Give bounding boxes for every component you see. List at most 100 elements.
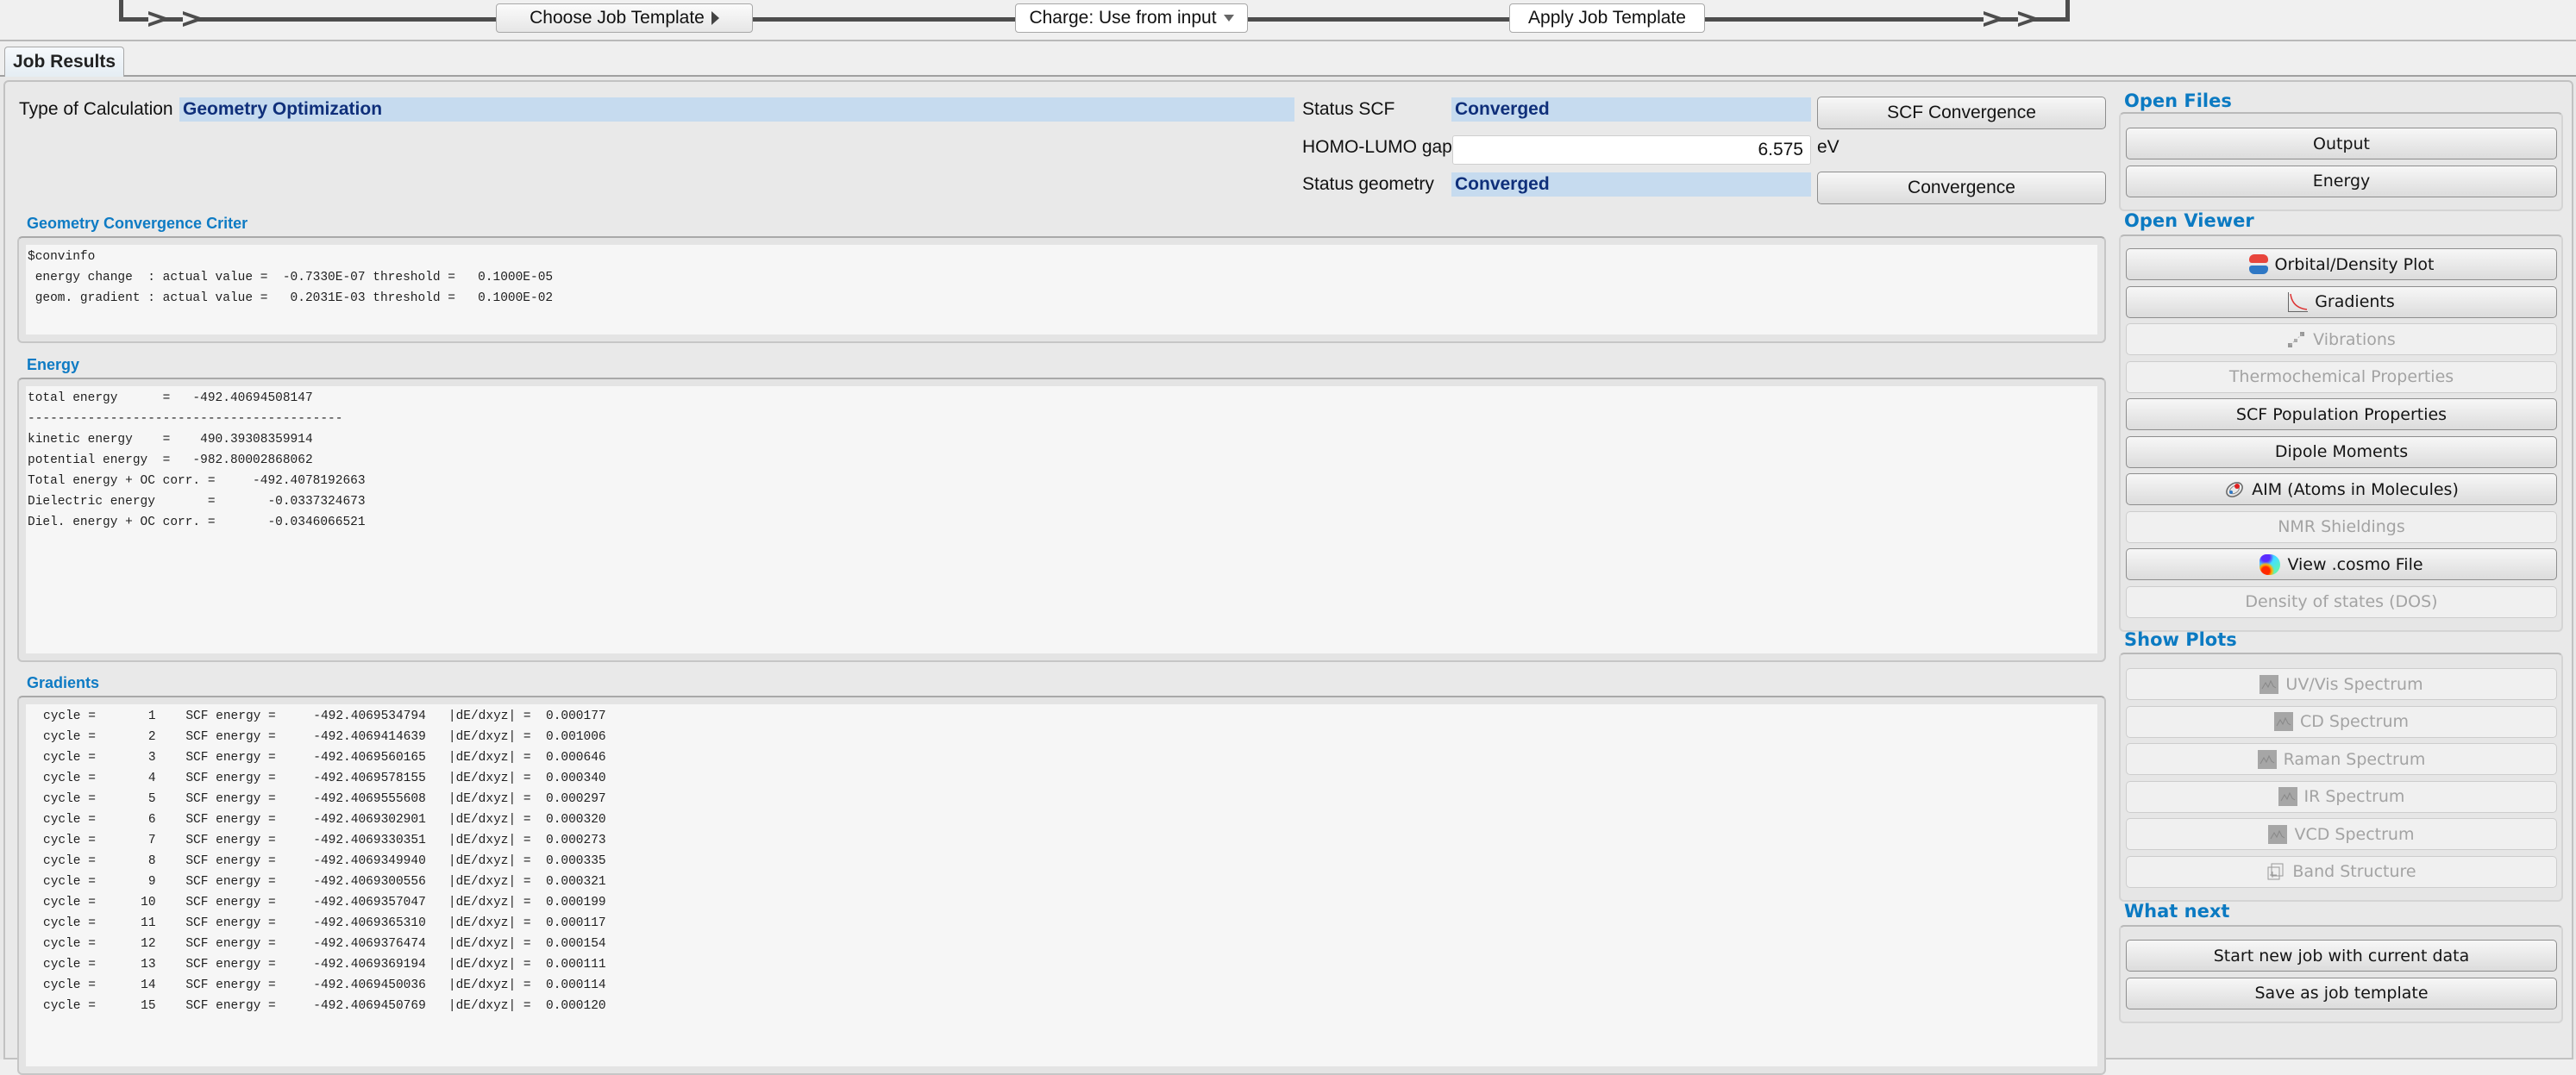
- thermochemical-properties-button[interactable]: Thermochemical Properties: [2126, 360, 2557, 393]
- energy-line: Diel. energy + OC corr. = -0.0346066521: [28, 516, 366, 529]
- geometry-convergence-button[interactable]: Convergence: [1817, 172, 2106, 204]
- energy-line: total energy = -492.40694508147: [28, 391, 313, 405]
- workflow-bar: Choose Job Template Charge: Use from inp…: [0, 0, 2576, 41]
- nmr-shieldings-button[interactable]: NMR Shieldings: [2126, 510, 2557, 543]
- convergence-line: energy change : actual value = -0.7330E-…: [28, 271, 554, 284]
- button-label: Energy: [2312, 172, 2371, 191]
- scf-convergence-button[interactable]: SCF Convergence: [1817, 97, 2106, 129]
- play-arrow-icon: [711, 11, 719, 25]
- cd-spectrum-button[interactable]: CD Spectrum: [2126, 705, 2557, 738]
- orbital-density-plot-button[interactable]: Orbital/Density Plot: [2126, 248, 2557, 280]
- energy-line: Total energy + OC corr. = -492.407819266…: [28, 474, 366, 488]
- button-label: Gradients: [2315, 292, 2395, 311]
- uv-vis-spectrum-button[interactable]: UV/Vis Spectrum: [2126, 668, 2557, 700]
- vibrations-icon: [2287, 330, 2306, 349]
- status-geometry-label: Status geometry: [1302, 174, 1434, 194]
- status-scf-label: Status SCF: [1302, 99, 1395, 119]
- tab-job-results[interactable]: Job Results: [4, 47, 124, 77]
- type-of-calculation-value: Geometry Optimization: [179, 97, 1294, 122]
- vcd-spectrum-button[interactable]: VCD Spectrum: [2126, 818, 2557, 850]
- energy-text[interactable]: total energy = -492.40694508147 ---------…: [26, 386, 2097, 653]
- spectrum-icon: [2257, 749, 2277, 769]
- gradient-row: cycle = 5 SCF energy = -492.4069555608 |…: [43, 792, 606, 806]
- homo-lumo-gap-field[interactable]: 6.575: [1452, 135, 1811, 165]
- spectrum-icon: [2273, 712, 2293, 731]
- button-label: NMR Shieldings: [2278, 517, 2405, 536]
- button-label: SCF Population Properties: [2235, 404, 2448, 424]
- flow-arrow-icon: [1984, 11, 2006, 27]
- button-label: Dipole Moments: [2274, 442, 2409, 461]
- spectrum-icon: [2278, 787, 2297, 806]
- apply-job-template-button[interactable]: Apply Job Template: [1509, 3, 1705, 33]
- type-of-calculation-label: Type of Calculation: [19, 99, 173, 119]
- open-files-title: Open Files: [2124, 91, 2232, 111]
- gradients-title: Gradients: [27, 674, 100, 691]
- choose-job-template-button[interactable]: Choose Job Template: [496, 3, 753, 33]
- gradient-row: cycle = 1 SCF energy = -492.4069534794 |…: [43, 709, 606, 723]
- save-as-job-template-button[interactable]: Save as job template: [2126, 977, 2557, 1009]
- dipole-moments-button[interactable]: Dipole Moments: [2126, 435, 2557, 468]
- choose-job-template-label: Choose Job Template: [530, 8, 705, 28]
- geometry-convergence-title: Geometry Convergence Criter: [27, 215, 248, 232]
- scf-population-properties-button[interactable]: SCF Population Properties: [2126, 398, 2557, 430]
- view-cosmo-file-button[interactable]: View .cosmo File: [2126, 548, 2557, 580]
- gradient-row: cycle = 8 SCF energy = -492.4069349940 |…: [43, 854, 606, 868]
- button-label: UV/Vis Spectrum: [2285, 674, 2423, 694]
- raman-spectrum-button[interactable]: Raman Spectrum: [2126, 743, 2557, 775]
- open-viewer-title: Open Viewer: [2124, 210, 2254, 231]
- status-geometry-value: Converged: [1451, 172, 1811, 197]
- density-of-states-dos-button[interactable]: Density of states (DOS): [2126, 585, 2557, 618]
- gradient-row: cycle = 6 SCF energy = -492.4069302901 |…: [43, 813, 606, 827]
- homo-lumo-gap-label: HOMO-LUMO gap: [1302, 137, 1452, 157]
- charge-dropdown-value: Charge: Use from input: [1029, 8, 1217, 28]
- button-label: Start new job with current data: [2213, 946, 2470, 966]
- workflow-connector: [2065, 0, 2070, 22]
- energy-line: Dielectric energy = -0.0337324673: [28, 495, 366, 509]
- geometry-convergence-text[interactable]: $convinfo energy change : actual value =…: [26, 245, 2097, 334]
- button-label: Density of states (DOS): [2245, 592, 2438, 611]
- button-label: Vibrations: [2313, 329, 2396, 349]
- geometry-convergence-box: $convinfo energy change : actual value =…: [17, 236, 2106, 343]
- output-button[interactable]: Output: [2126, 128, 2557, 159]
- energy-line: potential energy = -982.80002868062: [28, 453, 313, 467]
- ir-spectrum-button[interactable]: IR Spectrum: [2126, 780, 2557, 813]
- button-label: Raman Spectrum: [2283, 749, 2426, 769]
- aim-atoms-in-molecules-button[interactable]: AIM (Atoms in Molecules): [2126, 473, 2557, 505]
- button-label: VCD Spectrum: [2294, 824, 2415, 844]
- homo-lumo-unit: eV: [1817, 137, 1840, 157]
- gradient-row: cycle = 3 SCF energy = -492.4069560165 |…: [43, 751, 606, 765]
- spectrum-icon: [2259, 674, 2279, 694]
- band-structure-button[interactable]: Band Structure: [2126, 855, 2557, 888]
- aim-icon: [2224, 479, 2245, 500]
- button-label: View .cosmo File: [2287, 554, 2423, 574]
- gradient-row: cycle = 7 SCF energy = -492.4069330351 |…: [43, 834, 606, 847]
- chevron-down-icon: [1223, 15, 1234, 22]
- status-scf-value: Converged: [1451, 97, 1811, 122]
- gradient-row: cycle = 14 SCF energy = -492.4069450036 …: [43, 978, 606, 992]
- vibrations-button[interactable]: Vibrations: [2126, 323, 2557, 355]
- gradient-row: cycle = 12 SCF energy = -492.4069376474 …: [43, 937, 606, 951]
- energy-button[interactable]: Energy: [2126, 165, 2557, 197]
- gradients-box: cycle = 1 SCF energy = -492.4069534794 |…: [17, 696, 2106, 1075]
- cosmo-icon: [2259, 553, 2281, 575]
- gradients-button[interactable]: Gradients: [2126, 285, 2557, 318]
- flow-arrow-icon: [148, 11, 171, 27]
- energy-title: Energy: [27, 356, 80, 373]
- show-plots-title: Show Plots: [2124, 629, 2237, 650]
- button-label: AIM (Atoms in Molecules): [2252, 479, 2459, 499]
- gradient-row: cycle = 13 SCF energy = -492.4069369194 …: [43, 958, 606, 972]
- what-next-title: What next: [2124, 901, 2230, 922]
- flow-arrow-icon: [2018, 11, 2040, 27]
- gradients-text[interactable]: cycle = 1 SCF energy = -492.4069534794 |…: [26, 704, 2097, 1066]
- energy-box: total energy = -492.40694508147 ---------…: [17, 378, 2106, 662]
- button-label: IR Spectrum: [2303, 787, 2405, 806]
- charge-dropdown[interactable]: Charge: Use from input: [1015, 3, 1248, 33]
- convergence-label: Convergence: [1908, 178, 2015, 197]
- button-label: Output: [2313, 134, 2370, 153]
- band-structure-icon: [2266, 862, 2285, 881]
- energy-line: ----------------------------------------…: [28, 412, 343, 426]
- button-label: Orbital/Density Plot: [2274, 254, 2435, 274]
- start-new-job-with-current-data-button[interactable]: Start new job with current data: [2126, 940, 2557, 972]
- gradient-row: cycle = 10 SCF energy = -492.4069357047 …: [43, 896, 606, 909]
- flow-arrow-icon: [183, 11, 205, 27]
